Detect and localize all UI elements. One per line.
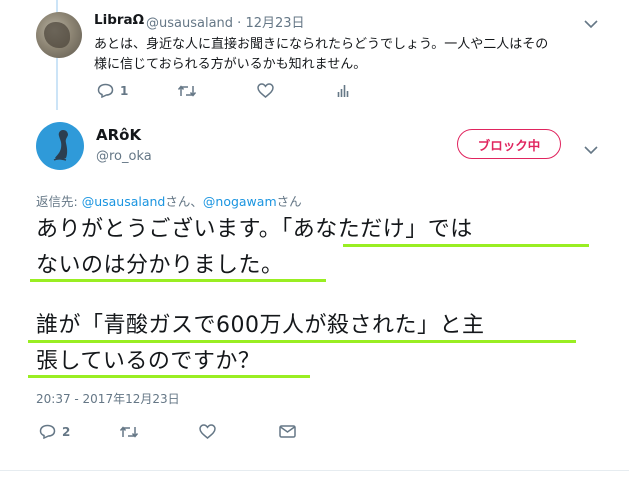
reply-icon — [39, 424, 56, 439]
tweet-divider — [0, 470, 629, 471]
message-icon — [279, 425, 296, 438]
chevron-down-icon[interactable] — [584, 140, 598, 159]
retweet-button[interactable] — [177, 84, 257, 98]
tweet-text-line: ありがとうございます。「あなただけ」では — [36, 217, 473, 242]
highlight-underline — [28, 375, 310, 378]
reply-context: 返信先: @usausalandさん、@nogawamさん — [36, 191, 302, 210]
highlight-underline — [28, 340, 576, 343]
display-name[interactable]: ARôK — [96, 126, 141, 144]
blocked-button[interactable]: ブロック中 — [457, 129, 561, 159]
analytics-icon — [337, 83, 349, 98]
reply-to-separator: さん、 — [165, 194, 203, 209]
tweet-actions: 2 — [39, 424, 319, 439]
reply-button[interactable]: 1 — [97, 83, 177, 98]
tweet-date[interactable]: 12月23日 — [245, 16, 304, 31]
highlight-underline — [30, 279, 326, 282]
reply-button[interactable]: 2 — [39, 424, 119, 439]
tweet-meta: @usausaland · 12月23日 — [146, 12, 305, 31]
like-icon — [257, 83, 274, 98]
retweet-icon — [119, 425, 139, 439]
reply-count: 1 — [120, 83, 129, 98]
like-button[interactable] — [257, 83, 337, 98]
retweet-icon — [177, 84, 197, 98]
avatar[interactable] — [36, 122, 84, 170]
tweet-timestamp[interactable]: 20:37 - 2017年12月23日 — [36, 390, 180, 407]
mention-link[interactable]: @nogawam — [203, 194, 277, 209]
mention-link[interactable]: @usausaland — [82, 194, 166, 209]
meta-separator: · — [237, 16, 242, 31]
reply-count: 2 — [62, 424, 71, 439]
tweet-text-line: 誰が「青酸ガスで600万人が殺された」と主 — [36, 313, 485, 338]
tweet-text-line: あとは、身近な人に直接お聞きになられたらどうでしょう。一人や二人はその — [94, 37, 549, 52]
tweet-text: あとは、身近な人に直接お聞きになられたらどうでしょう。一人や二人はその 様に信じ… — [94, 35, 594, 75]
tweet-actions: 1 — [97, 83, 377, 98]
reply-icon — [97, 83, 114, 98]
display-name[interactable]: LibraΩ — [94, 12, 144, 28]
reply-to-suffix: さん — [276, 194, 302, 209]
direct-message-button[interactable] — [279, 425, 319, 438]
highlight-underline — [343, 244, 589, 247]
reply-to-prefix: 返信先: — [36, 194, 82, 209]
chevron-down-icon[interactable] — [584, 14, 598, 33]
avatar[interactable] — [36, 12, 82, 58]
analytics-button[interactable] — [337, 83, 377, 98]
handle[interactable]: @usausaland — [146, 16, 233, 31]
like-icon — [199, 424, 216, 439]
like-button[interactable] — [199, 424, 279, 439]
handle[interactable]: @ro_oka — [96, 149, 152, 164]
tweet-text-line: 様に信じておられる方がいるかも知れません。 — [94, 57, 367, 72]
retweet-button[interactable] — [119, 425, 199, 439]
